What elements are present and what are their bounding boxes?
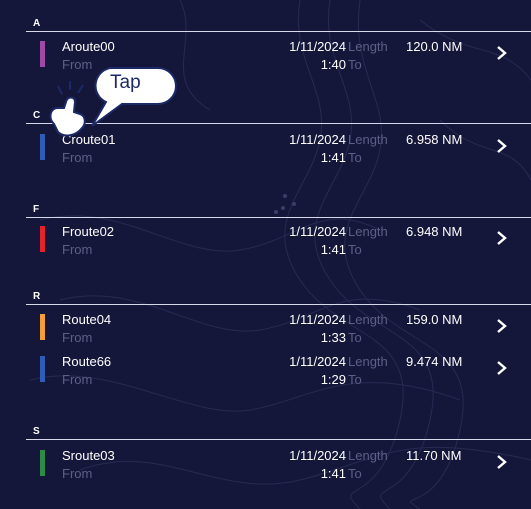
- length-label: Length: [348, 448, 388, 463]
- route-color-swatch: [40, 314, 45, 340]
- route-row-route66[interactable]: Route66 From 1/11/2024 1:29 Length To 9.…: [26, 352, 531, 396]
- group-divider: [26, 439, 531, 440]
- route-time: 1:40: [320, 57, 346, 72]
- route-row-aroute00[interactable]: Aroute00 From 1/11/2024 1:40 Length To 1…: [26, 37, 531, 81]
- route-name: Route04: [62, 312, 112, 327]
- group-divider: [26, 304, 531, 305]
- from-label: From: [62, 242, 93, 257]
- route-date: 1/11/2024: [289, 354, 346, 369]
- chevron-right-icon[interactable]: [494, 45, 508, 61]
- route-length: 120.0 NM: [406, 39, 463, 54]
- length-label: Length: [348, 312, 388, 327]
- route-color-swatch: [40, 226, 45, 252]
- to-label: To: [348, 372, 362, 387]
- route-name: Sroute03: [62, 448, 115, 463]
- route-time: 1:41: [320, 242, 346, 257]
- route-length: 6.948 NM: [406, 224, 463, 239]
- chevron-right-icon[interactable]: [494, 138, 508, 154]
- route-date: 1/11/2024: [289, 224, 346, 239]
- route-length: 6.958 NM: [406, 132, 463, 147]
- route-length: 9.474 NM: [406, 354, 463, 369]
- route-row-sroute03[interactable]: Sroute03 From 1/11/2024 1:41 Length To 1…: [26, 446, 531, 490]
- group-letter: A: [33, 18, 41, 29]
- to-label: To: [348, 242, 362, 257]
- route-date: 1/11/2024: [289, 39, 346, 54]
- route-time: 1:41: [320, 150, 346, 165]
- route-list-screen: A Aroute00 From 1/11/2024 1:40 Length To…: [0, 0, 531, 509]
- route-name: Route66: [62, 354, 112, 369]
- route-color-swatch: [40, 41, 45, 67]
- chevron-right-icon[interactable]: [494, 360, 508, 376]
- group-divider: [26, 123, 531, 124]
- route-length: 159.0 NM: [406, 312, 463, 327]
- group-letter: S: [33, 426, 40, 437]
- chevron-right-icon[interactable]: [494, 318, 508, 334]
- length-label: Length: [348, 354, 388, 369]
- route-time: 1:33: [320, 330, 346, 345]
- from-label: From: [62, 372, 93, 387]
- route-time: 1:29: [320, 372, 346, 387]
- from-label: From: [62, 57, 93, 72]
- tap-callout-text: Tap: [110, 72, 141, 93]
- from-label: From: [62, 466, 93, 481]
- route-date: 1/11/2024: [289, 132, 346, 147]
- group-letter: C: [33, 110, 41, 121]
- route-row-croute01[interactable]: Croute01 From 1/11/2024 1:41 Length To 6…: [26, 130, 531, 174]
- tapping-hand-icon: [49, 81, 86, 137]
- length-label: Length: [348, 39, 388, 54]
- length-label: Length: [348, 132, 388, 147]
- group-letter: F: [33, 204, 40, 215]
- to-label: To: [348, 466, 362, 481]
- route-color-swatch: [40, 134, 45, 160]
- route-date: 1/11/2024: [289, 312, 346, 327]
- group-letter: R: [33, 291, 41, 302]
- route-name: Aroute00: [62, 39, 115, 54]
- from-label: From: [62, 150, 93, 165]
- route-row-route04[interactable]: Route04 From 1/11/2024 1:33 Length To 15…: [26, 310, 531, 354]
- route-length: 11.70 NM: [406, 448, 462, 463]
- to-label: To: [348, 57, 362, 72]
- route-name: Froute02: [62, 224, 115, 239]
- from-label: From: [62, 330, 93, 345]
- to-label: To: [348, 150, 362, 165]
- route-row-froute02[interactable]: Froute02 From 1/11/2024 1:41 Length To 6…: [26, 222, 531, 266]
- route-name: Croute01: [62, 132, 116, 147]
- chevron-right-icon[interactable]: [494, 230, 508, 246]
- length-label: Length: [348, 224, 388, 239]
- to-label: To: [348, 330, 362, 345]
- route-time: 1:41: [320, 466, 346, 481]
- route-color-swatch: [40, 450, 45, 476]
- route-date: 1/11/2024: [289, 448, 346, 463]
- group-divider: [26, 31, 531, 32]
- route-color-swatch: [40, 356, 45, 382]
- group-divider: [26, 217, 531, 218]
- chevron-right-icon[interactable]: [494, 454, 508, 470]
